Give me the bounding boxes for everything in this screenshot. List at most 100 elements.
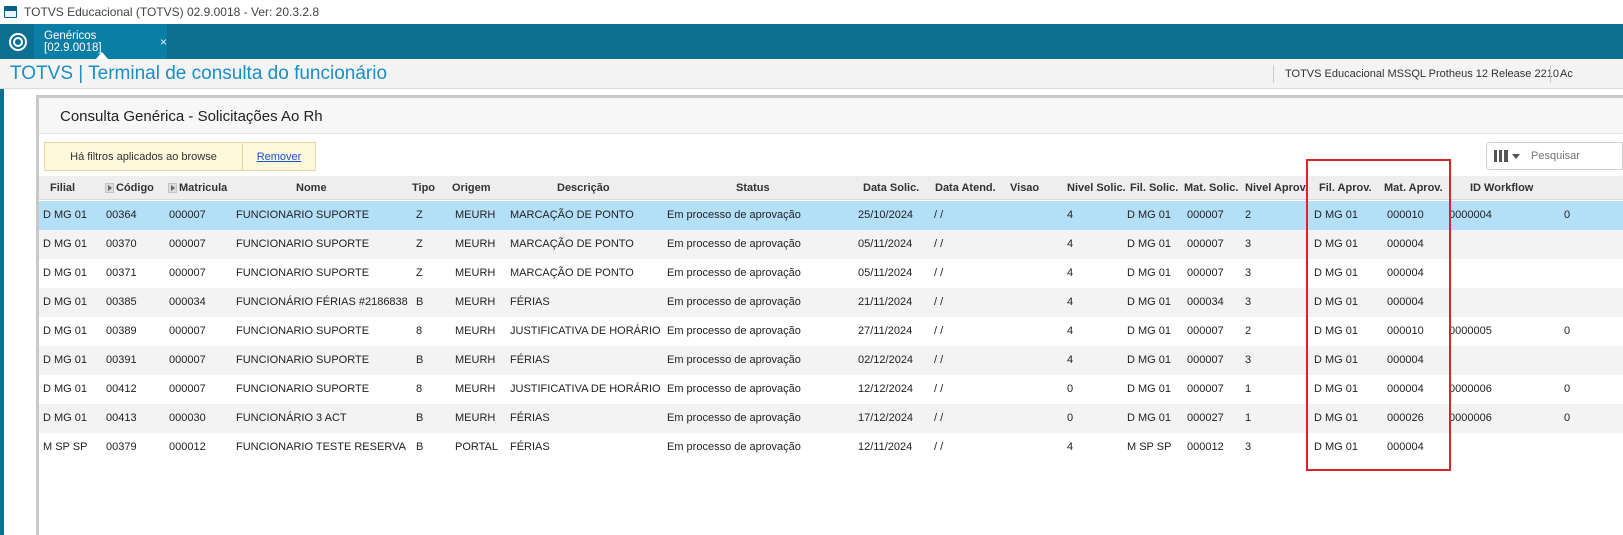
cell-descricao: FÉRIAS bbox=[510, 441, 550, 453]
cell-descricao: JUSTIFICATIVA DE HORÁRIO bbox=[510, 325, 661, 337]
table-row[interactable]: D MG 01 00371 000007 FUNCIONARIO SUPORTE… bbox=[39, 259, 1623, 288]
column-header-nome[interactable]: Nome bbox=[296, 176, 356, 200]
remove-filter-link[interactable]: Remover bbox=[243, 151, 315, 163]
cell-descricao: FÉRIAS bbox=[510, 412, 550, 424]
cell-codigo: 00370 bbox=[106, 238, 137, 250]
cell-status: Em processo de aprovação bbox=[667, 412, 801, 424]
column-header-nivel-solic[interactable]: Nivel Solic. bbox=[1067, 176, 1131, 200]
cell-mat-solic: 000012 bbox=[1187, 441, 1224, 453]
cell-nome: FUNCIONÁRIO 3 ACT bbox=[236, 412, 347, 424]
cell-id-workflow: 0000006 bbox=[1449, 412, 1492, 424]
cell-mat-solic: 000007 bbox=[1187, 383, 1224, 395]
tab-label: Genéricos [02.9.0018] bbox=[44, 29, 102, 54]
cell-descricao: FÉRIAS bbox=[510, 296, 550, 308]
tab-close-icon[interactable]: × bbox=[160, 35, 167, 49]
cell-origem: MEURH bbox=[455, 383, 496, 395]
cell-codigo: 00391 bbox=[106, 354, 137, 366]
column-header-codigo[interactable]: Código bbox=[105, 176, 165, 200]
cell-nivel-solic: 4 bbox=[1067, 441, 1074, 453]
cell-nome: FUNCIONARIO SUPORTE bbox=[236, 383, 370, 395]
cell-filial: D MG 01 bbox=[43, 354, 88, 366]
cell-fil-solic: D MG 01 bbox=[1127, 209, 1172, 221]
cell-id-workflow: 0000004 bbox=[1449, 209, 1492, 221]
cell-mat-solic: 000027 bbox=[1187, 412, 1224, 424]
app-header: TOTVS | Terminal de consulta do funcioná… bbox=[0, 59, 1623, 89]
cell-tipo: B bbox=[416, 441, 424, 453]
cell-status: Em processo de aprovação bbox=[667, 296, 801, 308]
table-row[interactable]: D MG 01 00412 000007 FUNCIONARIO SUPORTE… bbox=[39, 375, 1623, 404]
chevron-down-icon bbox=[1512, 153, 1520, 159]
cell-status: Em processo de aprovação bbox=[667, 441, 801, 453]
window-titlebar: TOTVS Educacional (TOTVS) 02.9.0018 - Ve… bbox=[0, 0, 1623, 24]
table-row[interactable]: D MG 01 00389 000007 FUNCIONARIO SUPORTE… bbox=[39, 317, 1623, 346]
cell-mat-aprov: 000010 bbox=[1387, 209, 1424, 221]
cell-mat-aprov: 000004 bbox=[1387, 238, 1424, 250]
cell-descricao: MARCAÇÃO DE PONTO bbox=[510, 238, 634, 250]
sort-arrow-icon bbox=[105, 183, 114, 194]
table-row[interactable]: D MG 01 00413 000030 FUNCIONÁRIO 3 ACT B… bbox=[39, 404, 1623, 433]
cell-visao bbox=[1010, 317, 1050, 346]
cell-data-solic: 12/12/2024 bbox=[858, 383, 914, 395]
cell-id-workflow bbox=[1449, 259, 1499, 288]
cell-matricula: 000034 bbox=[169, 296, 206, 308]
cell-nivel-aprov: 3 bbox=[1245, 267, 1252, 279]
columns-config-button[interactable] bbox=[1486, 142, 1528, 170]
totvs-home-icon[interactable] bbox=[9, 33, 27, 51]
column-header-descricao[interactable]: Descrição bbox=[557, 176, 617, 200]
column-header-mat-aprov[interactable]: Mat. Aprov. bbox=[1384, 176, 1446, 200]
panel-title: Consulta Genérica - Solicitações Ao Rh bbox=[60, 108, 323, 125]
cell-id-workflow bbox=[1449, 288, 1499, 317]
cell-mat-solic: 000034 bbox=[1187, 296, 1224, 308]
cell-id-workflow bbox=[1449, 346, 1499, 375]
tab-bar: Genéricos [02.9.0018] × bbox=[0, 24, 1623, 59]
table-row[interactable]: M SP SP 00379 000012 FUNCIONARIO TESTE R… bbox=[39, 433, 1623, 462]
columns-icon bbox=[1494, 150, 1508, 162]
column-header-status[interactable]: Status bbox=[736, 176, 776, 200]
column-header-visao[interactable]: Visao bbox=[1010, 176, 1050, 200]
cell-mat-solic: 000007 bbox=[1187, 267, 1224, 279]
column-header-fil-solic[interactable]: Fil. Solic. bbox=[1130, 176, 1186, 200]
cell-extra bbox=[1564, 230, 1584, 259]
cell-origem: MEURH bbox=[455, 354, 496, 366]
cell-origem: PORTAL bbox=[455, 441, 498, 453]
column-header-data-atend[interactable]: Data Atend. bbox=[935, 176, 1001, 200]
environment-info: TOTVS Educacional MSSQL Protheus 12 Rele… bbox=[1285, 68, 1559, 80]
cell-extra: 0 bbox=[1564, 209, 1571, 221]
header-divider bbox=[1550, 65, 1551, 83]
column-header-origem[interactable]: Origem bbox=[452, 176, 502, 200]
cell-data-atend: / / bbox=[934, 267, 944, 279]
column-header-fil-aprov[interactable]: Fil. Aprov. bbox=[1319, 176, 1375, 200]
cell-filial: D MG 01 bbox=[43, 296, 88, 308]
cell-nivel-aprov: 3 bbox=[1245, 354, 1252, 366]
cell-mat-aprov: 000004 bbox=[1387, 441, 1424, 453]
cell-extra: 0 bbox=[1564, 412, 1571, 424]
cell-nivel-aprov: 1 bbox=[1245, 412, 1252, 424]
cell-codigo: 00412 bbox=[106, 383, 137, 395]
cell-fil-aprov: D MG 01 bbox=[1314, 325, 1359, 337]
table-row[interactable]: D MG 01 00364 000007 FUNCIONARIO SUPORTE… bbox=[39, 201, 1623, 230]
table-row[interactable]: D MG 01 00370 000007 FUNCIONARIO SUPORTE… bbox=[39, 230, 1623, 259]
column-header-data-solic[interactable]: Data Solic. bbox=[863, 176, 923, 200]
cell-nome: FUNCIONARIO SUPORTE bbox=[236, 238, 370, 250]
cell-fil-aprov: D MG 01 bbox=[1314, 412, 1359, 424]
column-header-tipo[interactable]: Tipo bbox=[412, 176, 436, 200]
cell-origem: MEURH bbox=[455, 267, 496, 279]
column-header-mat-solic[interactable]: Mat. Solic. bbox=[1184, 176, 1244, 200]
header-divider bbox=[1273, 65, 1274, 83]
cell-nivel-solic: 0 bbox=[1067, 383, 1074, 395]
column-header-id-workflow[interactable]: ID Workflow bbox=[1470, 176, 1540, 200]
search-input[interactable] bbox=[1527, 142, 1623, 170]
column-header-filial[interactable]: Filial bbox=[50, 176, 100, 200]
cell-extra: 0 bbox=[1564, 383, 1571, 395]
cell-data-atend: / / bbox=[934, 238, 944, 250]
cell-descricao: FÉRIAS bbox=[510, 354, 550, 366]
table-row[interactable]: D MG 01 00385 000034 FUNCIONÁRIO FÉRIAS … bbox=[39, 288, 1623, 317]
cell-status: Em processo de aprovação bbox=[667, 383, 801, 395]
column-header-matricula[interactable]: Matricula bbox=[168, 176, 236, 200]
table-row[interactable]: D MG 01 00391 000007 FUNCIONARIO SUPORTE… bbox=[39, 346, 1623, 375]
cell-fil-solic: D MG 01 bbox=[1127, 325, 1172, 337]
app-window-icon bbox=[4, 6, 17, 18]
cell-nivel-aprov: 3 bbox=[1245, 238, 1252, 250]
column-header-nivel-aprov[interactable]: Nivel Aprov. bbox=[1245, 176, 1309, 200]
cell-matricula: 000007 bbox=[169, 354, 206, 366]
